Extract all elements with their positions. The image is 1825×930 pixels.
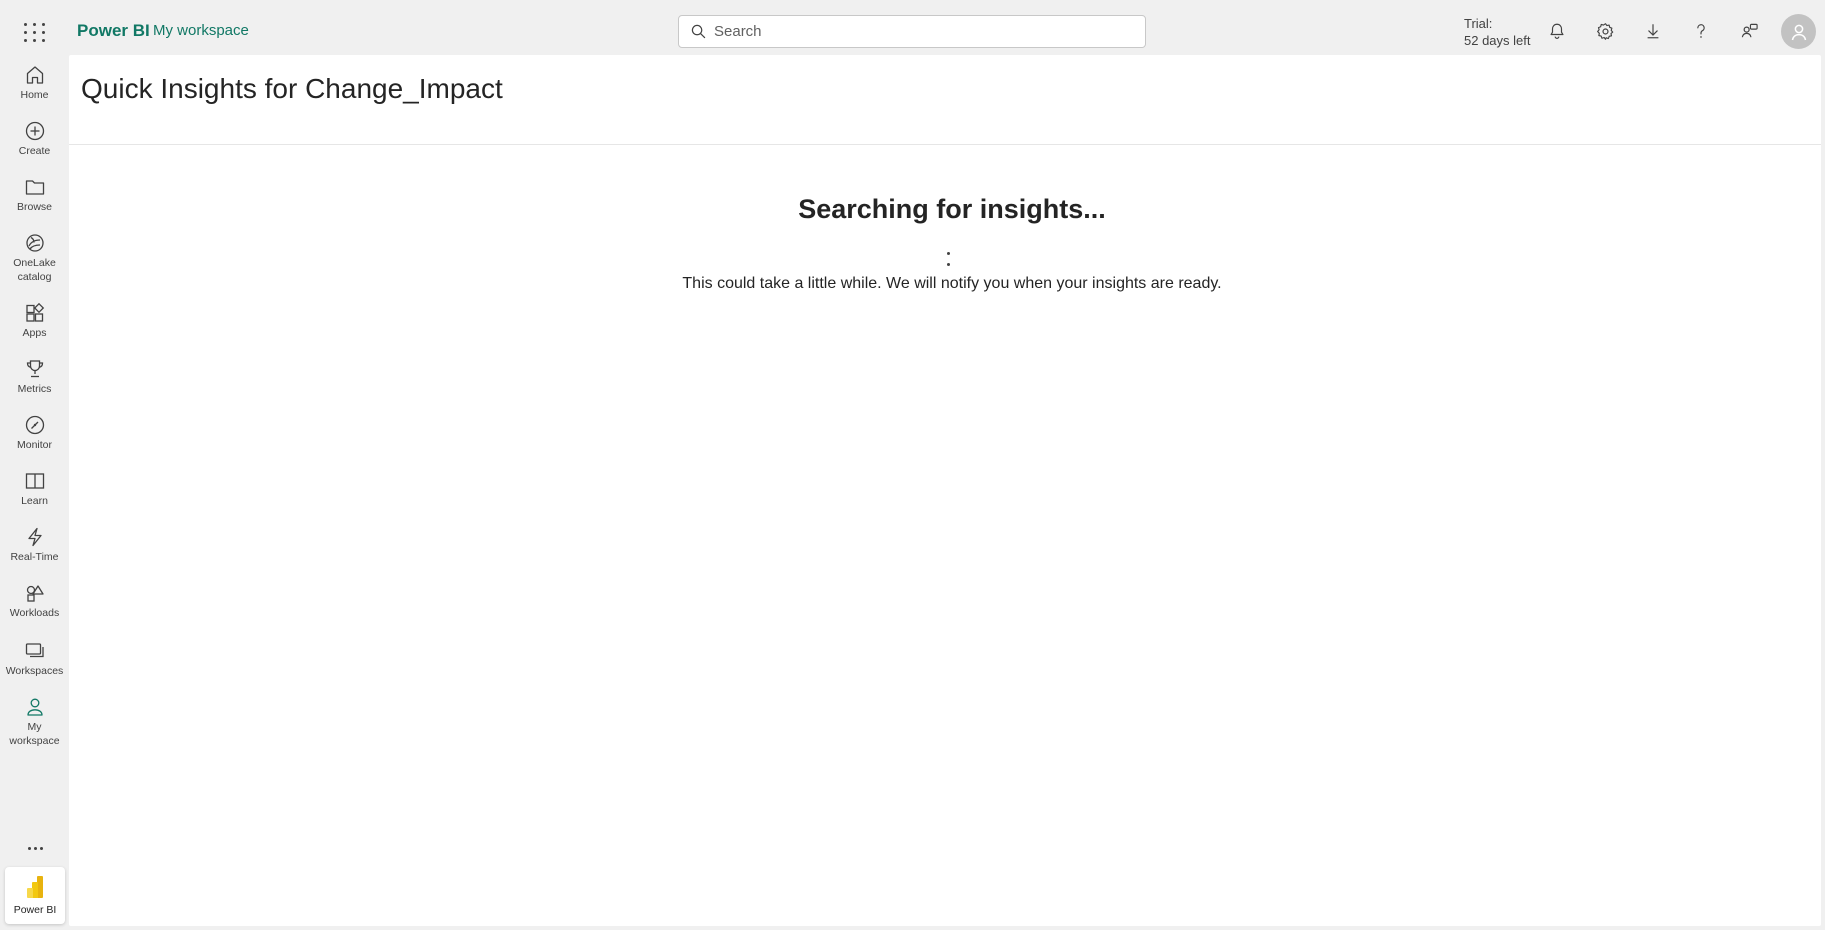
brand-name[interactable]: Power BI: [77, 21, 150, 41]
shapes-icon: [26, 585, 44, 602]
download-icon[interactable]: [1637, 15, 1669, 47]
nav-label-monitor: Monitor: [16, 439, 52, 451]
status-heading: Searching for insights...: [798, 194, 1106, 224]
trial-label: Trial:: [1464, 16, 1493, 31]
nav-label-workloads: Workloads: [9, 607, 60, 619]
nav-item-monitor[interactable]: Monitor: [0, 414, 69, 452]
loading-spinner-icon: [945, 252, 951, 266]
trophy-icon: [26, 360, 43, 378]
nav-item-metrics[interactable]: Metrics: [0, 358, 69, 396]
trial-days-left: 52 days left: [1464, 33, 1531, 48]
nav-item-workspaces[interactable]: Workspaces: [0, 640, 69, 678]
feedback-icon[interactable]: [1733, 15, 1765, 47]
left-nav-rail: Home Create Browse OneLake catalog Apps: [0, 62, 69, 930]
divider: [69, 144, 1821, 145]
nav-label-my-workspace-line1: My: [27, 721, 42, 733]
nav-label-metrics: Metrics: [17, 383, 52, 395]
nav-label-apps: Apps: [22, 327, 47, 339]
book-icon: [25, 473, 44, 489]
nav-item-workloads[interactable]: Workloads: [0, 582, 69, 620]
workspaces-icon: [25, 643, 44, 658]
main-content: Quick Insights for Change_Impact Searchi…: [69, 55, 1821, 926]
bell-icon[interactable]: [1541, 15, 1573, 47]
lightning-icon: [27, 527, 42, 547]
nav-item-browse[interactable]: Browse: [0, 176, 69, 214]
gear-icon[interactable]: [1589, 15, 1621, 47]
search-icon: [691, 24, 706, 39]
nav-item-onelake-catalog[interactable]: OneLake catalog: [0, 232, 69, 284]
nav-item-my-workspace[interactable]: My workspace: [0, 696, 69, 748]
folder-icon: [25, 180, 44, 195]
onelake-icon: [25, 234, 44, 252]
search-box[interactable]: [678, 15, 1146, 48]
breadcrumb-workspace[interactable]: My workspace: [153, 22, 249, 39]
experience-switcher[interactable]: Power BI: [5, 867, 65, 924]
trial-status[interactable]: Trial: 52 days left: [1464, 15, 1531, 49]
nav-label-my-workspace-line2: workspace: [9, 735, 60, 747]
nav-label-onelake-line1: OneLake: [13, 257, 56, 269]
more-icon[interactable]: [22, 838, 48, 858]
nav-label-real-time: Real-Time: [10, 551, 59, 563]
nav-label-workspaces: Workspaces: [5, 665, 64, 677]
nav-item-learn[interactable]: Learn: [0, 470, 69, 508]
home-icon: [26, 66, 43, 84]
nav-item-home[interactable]: Home: [0, 64, 69, 102]
experience-switcher-label: Power BI: [13, 904, 57, 916]
top-bar: Power BI My workspace Trial: 52 days lef…: [0, 0, 1825, 62]
nav-label-browse: Browse: [16, 201, 52, 213]
nav-item-real-time[interactable]: Real-Time: [0, 526, 69, 564]
search-input[interactable]: [714, 23, 1134, 40]
person-icon: [26, 698, 43, 716]
nav-item-create[interactable]: Create: [0, 120, 69, 158]
nav-item-apps[interactable]: Apps: [0, 302, 69, 340]
power-bi-logo-icon: [27, 876, 43, 898]
nav-label-create: Create: [18, 145, 51, 157]
nav-label-learn: Learn: [21, 495, 48, 507]
nav-label-onelake-line2: catalog: [17, 271, 52, 283]
plus-circle-icon: [25, 121, 44, 141]
help-icon[interactable]: [1685, 15, 1717, 47]
waffle-icon[interactable]: [22, 19, 48, 45]
nav-label-home: Home: [20, 89, 49, 101]
apps-icon: [25, 302, 44, 322]
status-message: This could take a little while. We will …: [682, 275, 1222, 292]
monitor-icon: [25, 415, 44, 435]
avatar-icon[interactable]: [1781, 14, 1816, 49]
page-title: Quick Insights for Change_Impact: [81, 73, 503, 104]
